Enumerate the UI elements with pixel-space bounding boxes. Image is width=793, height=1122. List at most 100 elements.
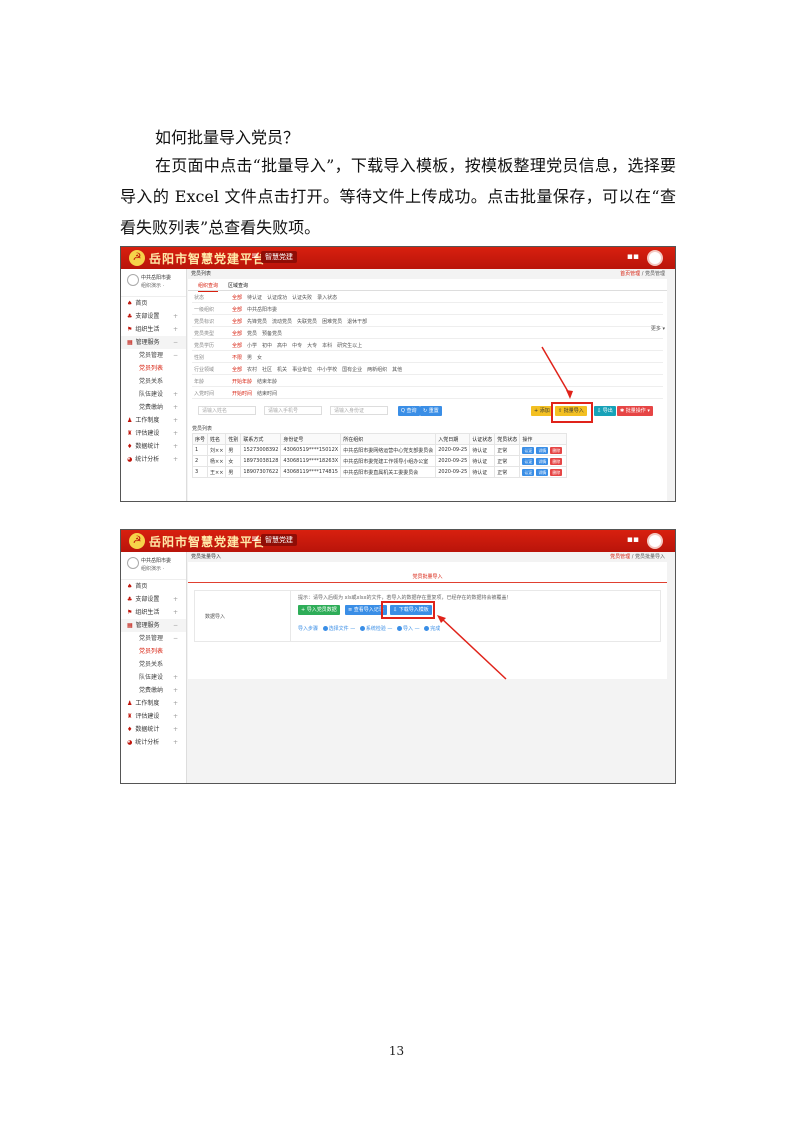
filter-option[interactable]: 全部: [232, 295, 242, 301]
expand-icon[interactable]: −: [173, 336, 178, 349]
sidebar-item[interactable]: ◕ 统计分析 +: [121, 736, 186, 749]
sidebar-item[interactable]: ♦ 数据统计 +: [121, 440, 186, 453]
filter-option[interactable]: 退休干部: [347, 319, 367, 325]
filter-option[interactable]: 男: [247, 355, 252, 361]
row-action-button[interactable]: 删除: [550, 468, 563, 476]
sidebar-item[interactable]: ♠ 首页: [121, 297, 186, 310]
expand-icon[interactable]: +: [173, 401, 178, 414]
idcard-search-input[interactable]: 请输入身份证: [330, 406, 388, 415]
row-action-button[interactable]: 详情: [536, 446, 549, 454]
expand-icon[interactable]: −: [173, 619, 178, 632]
row-action-button[interactable]: 详情: [536, 457, 549, 465]
sidebar-item[interactable]: ⚑ 组织生活 +: [121, 323, 186, 336]
expand-icon[interactable]: +: [173, 414, 178, 427]
filter-option[interactable]: 认证成功: [267, 295, 287, 301]
sidebar-item[interactable]: 党员关系: [121, 658, 186, 671]
filter-option[interactable]: 两新组织: [367, 367, 387, 373]
sidebar-item[interactable]: ♜ 评估建设 +: [121, 710, 186, 723]
row-action-button[interactable]: 删除: [550, 446, 563, 454]
sidebar-item[interactable]: ♟ 工作制度 +: [121, 697, 186, 710]
filter-option[interactable]: 中共岳阳市委: [247, 307, 277, 313]
expand-icon[interactable]: −: [173, 349, 178, 362]
breadcrumb-page[interactable]: 党员批量导入: [635, 554, 665, 560]
filter-option[interactable]: 社区: [262, 367, 272, 373]
sidebar-item[interactable]: 队伍建设 +: [121, 671, 186, 684]
phone-search-input[interactable]: 请输入手机号: [264, 406, 322, 415]
sidebar-item[interactable]: 党员列表: [121, 645, 186, 658]
filter-option[interactable]: 结束年龄: [257, 379, 277, 385]
filter-option[interactable]: 初中: [262, 343, 272, 349]
expand-icon[interactable]: +: [173, 671, 178, 684]
expand-icon[interactable]: −: [173, 632, 178, 645]
import-data-button[interactable]: + 导入党员数据: [298, 605, 340, 615]
expand-icon[interactable]: +: [173, 453, 178, 466]
sidebar-item[interactable]: ♣ 支部设置 +: [121, 310, 186, 323]
filter-option[interactable]: 研究生以上: [337, 343, 362, 349]
sidebar-item[interactable]: 党费缴纳 +: [121, 684, 186, 697]
breadcrumb-home[interactable]: 首页管理: [620, 271, 640, 277]
filter-option[interactable]: 本科: [322, 343, 332, 349]
expand-icon[interactable]: +: [173, 723, 178, 736]
sidebar-item[interactable]: ◕ 统计分析 +: [121, 453, 186, 466]
batch-operation-button[interactable]: ✱ 批量操作 ▾: [617, 406, 653, 416]
sidebar-item[interactable]: 党员关系: [121, 375, 186, 388]
expand-icon[interactable]: +: [173, 606, 178, 619]
filter-option[interactable]: 录入状态: [317, 295, 337, 301]
top-tab[interactable]: 智慧党建: [261, 251, 297, 263]
filter-option[interactable]: 女: [257, 355, 262, 361]
filter-option[interactable]: 国有企业: [342, 367, 362, 373]
breadcrumb-section[interactable]: 党员管理: [610, 554, 630, 560]
sidebar-item[interactable]: ♠ 首页: [121, 580, 186, 593]
filter-option[interactable]: 困难党员: [322, 319, 342, 325]
row-action-button[interactable]: 删除: [550, 457, 563, 465]
filter-option[interactable]: 开始年龄: [232, 379, 252, 385]
filter-option[interactable]: 全部: [232, 331, 242, 337]
expand-icon[interactable]: +: [173, 310, 178, 323]
expand-icon[interactable]: +: [173, 697, 178, 710]
filter-option[interactable]: 事业单位: [292, 367, 312, 373]
filter-option[interactable]: 小学: [247, 343, 257, 349]
filter-option[interactable]: 全部: [232, 307, 242, 313]
filter-option[interactable]: 开始时间: [232, 391, 252, 397]
expand-icon[interactable]: +: [173, 593, 178, 606]
sidebar-item[interactable]: 党员管理 −: [121, 349, 186, 362]
filter-option[interactable]: 流动党员: [272, 319, 292, 325]
row-action-button[interactable]: 认证: [522, 446, 535, 454]
filter-option[interactable]: 先锋党员: [247, 319, 267, 325]
filter-option[interactable]: 中小学校: [317, 367, 337, 373]
filter-option[interactable]: 失联党员: [297, 319, 317, 325]
sidebar-item[interactable]: 党费缴纳 +: [121, 401, 186, 414]
filter-option[interactable]: 待认证: [247, 295, 262, 301]
filter-option[interactable]: 全部: [232, 343, 242, 349]
expand-icon[interactable]: +: [173, 710, 178, 723]
add-member-button[interactable]: + 添加: [531, 406, 553, 416]
menu-toggle-icon[interactable]: ≡: [251, 534, 259, 545]
sidebar-item[interactable]: ♜ 评估建设 +: [121, 427, 186, 440]
sidebar-item[interactable]: ▦ 管理服务 −: [121, 336, 186, 349]
filter-option[interactable]: 机关: [277, 367, 287, 373]
top-tab[interactable]: 智慧党建: [261, 534, 297, 546]
filter-option[interactable]: 中专: [292, 343, 302, 349]
user-role[interactable]: 组织演示 ·: [141, 282, 164, 289]
sidebar-item[interactable]: ⚑ 组织生活 +: [121, 606, 186, 619]
expand-icon[interactable]: +: [173, 736, 178, 749]
breadcrumb-section[interactable]: 党员管理: [645, 271, 665, 277]
user-avatar[interactable]: [647, 533, 663, 549]
sidebar-item[interactable]: ♦ 数据统计 +: [121, 723, 186, 736]
name-search-input[interactable]: 请输入姓名: [198, 406, 256, 415]
query-button[interactable]: Q 查询: [398, 406, 420, 416]
filter-option[interactable]: 全部: [232, 367, 242, 373]
tab-org-query[interactable]: 组织查询: [198, 282, 219, 292]
more-filters-toggle[interactable]: 更多 ▾: [651, 325, 665, 332]
expand-icon[interactable]: +: [173, 388, 178, 401]
expand-icon[interactable]: +: [173, 684, 178, 697]
filter-option[interactable]: 农村: [247, 367, 257, 373]
sidebar-item[interactable]: 队伍建设 +: [121, 388, 186, 401]
user-role[interactable]: 组织演示 ·: [141, 565, 164, 572]
filter-option[interactable]: 高中: [277, 343, 287, 349]
menu-toggle-icon[interactable]: ≡: [251, 251, 259, 262]
filter-option[interactable]: 大专: [307, 343, 317, 349]
sidebar-item[interactable]: ▦ 管理服务 −: [121, 619, 186, 632]
export-button[interactable]: ⇩ 导出: [594, 406, 616, 416]
sidebar-item[interactable]: ♟ 工作制度 +: [121, 414, 186, 427]
